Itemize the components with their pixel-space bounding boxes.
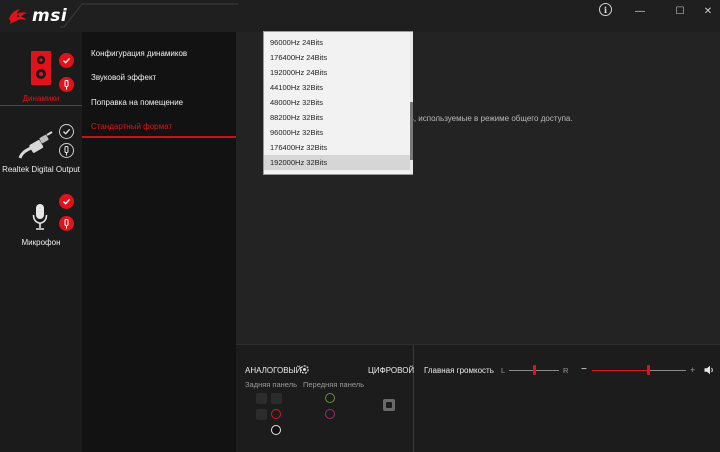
format-option[interactable]: 44100Hz 32Bits: [264, 80, 410, 95]
close-button[interactable]: ✕: [697, 3, 719, 19]
microphone-icon: [32, 204, 48, 230]
speaker-icon: [31, 51, 51, 85]
format-option[interactable]: 96000Hz 24Bits: [264, 35, 410, 50]
dropdown-scrollbar[interactable]: [410, 32, 413, 174]
maximize-button[interactable]: ☐: [669, 3, 691, 19]
device-label: Динамики: [22, 94, 60, 103]
jack-icon: [64, 218, 69, 228]
volume-slider-thumb[interactable]: [646, 365, 650, 375]
front-jack-pink[interactable]: [325, 409, 335, 419]
menu-item-speaker-config[interactable]: Конфигурация динамиков: [91, 49, 187, 58]
balance-left-label: L: [501, 366, 506, 375]
rear-port-empty: [256, 409, 267, 420]
format-option[interactable]: 48000Hz 32Bits: [264, 95, 410, 110]
info-icon: i: [603, 4, 608, 15]
digital-cable-icon: [18, 131, 53, 159]
rear-port-empty: [271, 393, 282, 404]
volume-plus-button[interactable]: +: [690, 365, 695, 375]
msi-logo: msi: [7, 4, 67, 28]
speakers-status-badge: [59, 53, 74, 68]
minimize-icon: —: [635, 5, 645, 17]
format-option[interactable]: 96000Hz 32Bits: [264, 125, 410, 140]
maximize-icon: ☐: [675, 5, 685, 17]
volume-minus-button[interactable]: −: [581, 364, 587, 375]
check-icon: [63, 57, 71, 64]
dragon-icon: [9, 9, 27, 24]
speakers-jack-badge: [59, 77, 74, 92]
microphone-jack-badge: [59, 216, 74, 231]
digital-jack-badge: [59, 143, 74, 158]
microphone-status-badge: [59, 194, 74, 209]
format-option[interactable]: 176400Hz 32Bits: [264, 140, 410, 155]
format-option-selected[interactable]: 192000Hz 32Bits: [264, 155, 410, 170]
dropdown-scroll-thumb[interactable]: [410, 102, 413, 160]
device-microphone[interactable]: Микрофон: [0, 192, 82, 262]
settings-menu: Конфигурация динамиков Звуковой эффект П…: [82, 32, 236, 452]
format-dropdown-list[interactable]: 96000Hz 24Bits 176400Hz 24Bits 192000Hz …: [263, 31, 413, 175]
active-device-underline: [0, 105, 82, 106]
analog-title: АНАЛОГОВЫЙ: [245, 366, 302, 375]
active-menu-underline: [82, 136, 236, 138]
digital-status-badge: [59, 124, 74, 139]
format-option[interactable]: 88200Hz 32Bits: [264, 110, 410, 125]
logo-accent-stroke: [60, 3, 238, 28]
close-icon: ✕: [703, 5, 713, 17]
format-option[interactable]: 192000Hz 24Bits: [264, 65, 410, 80]
format-option[interactable]: 176400Hz 24Bits: [264, 50, 410, 65]
menu-item-room-correction[interactable]: Поправка на помещение: [91, 98, 183, 107]
device-digital-output[interactable]: Realtek Digital Output: [0, 112, 82, 192]
digital-title: ЦИФРОВОЙ: [368, 366, 415, 375]
rear-jack-black[interactable]: [271, 425, 281, 435]
title-bar: msi i — ☐ ✕: [0, 0, 720, 32]
device-label: Realtek Digital Output: [2, 165, 80, 174]
menu-item-default-format[interactable]: Стандартный формат: [91, 122, 172, 131]
info-button[interactable]: i: [599, 3, 612, 16]
minimize-button[interactable]: —: [629, 3, 651, 19]
volume-slider-fill[interactable]: [592, 370, 649, 371]
gear-icon[interactable]: [299, 364, 310, 375]
rear-panel-label: Задняя панель: [245, 380, 298, 389]
rear-port-empty: [256, 393, 267, 404]
check-icon: [63, 128, 71, 135]
jack-icon: [64, 79, 69, 89]
menu-item-sound-effect[interactable]: Звуковой эффект: [91, 73, 156, 82]
bottom-panel-vertical-divider: [413, 345, 414, 452]
check-icon: [63, 198, 71, 205]
rear-jack-red[interactable]: [271, 409, 281, 419]
front-panel-label: Передняя панель: [303, 380, 365, 389]
master-volume-label: Главная громкость: [424, 366, 494, 375]
speaker-volume-icon[interactable]: [704, 365, 715, 375]
format-description: сть, используемые в режиме общего доступ…: [402, 114, 573, 123]
front-jack-green[interactable]: [325, 393, 335, 403]
spdif-port-icon[interactable]: [383, 399, 395, 411]
bottom-panel: [236, 345, 720, 452]
volume-slider-track[interactable]: [648, 370, 686, 371]
balance-right-label: R: [563, 366, 569, 375]
jack-icon: [64, 145, 69, 155]
device-label: Микрофон: [21, 238, 61, 247]
device-sidebar: Динамики Realtek Digital Output Микрофон: [0, 32, 82, 452]
balance-slider-thumb[interactable]: [532, 365, 536, 375]
